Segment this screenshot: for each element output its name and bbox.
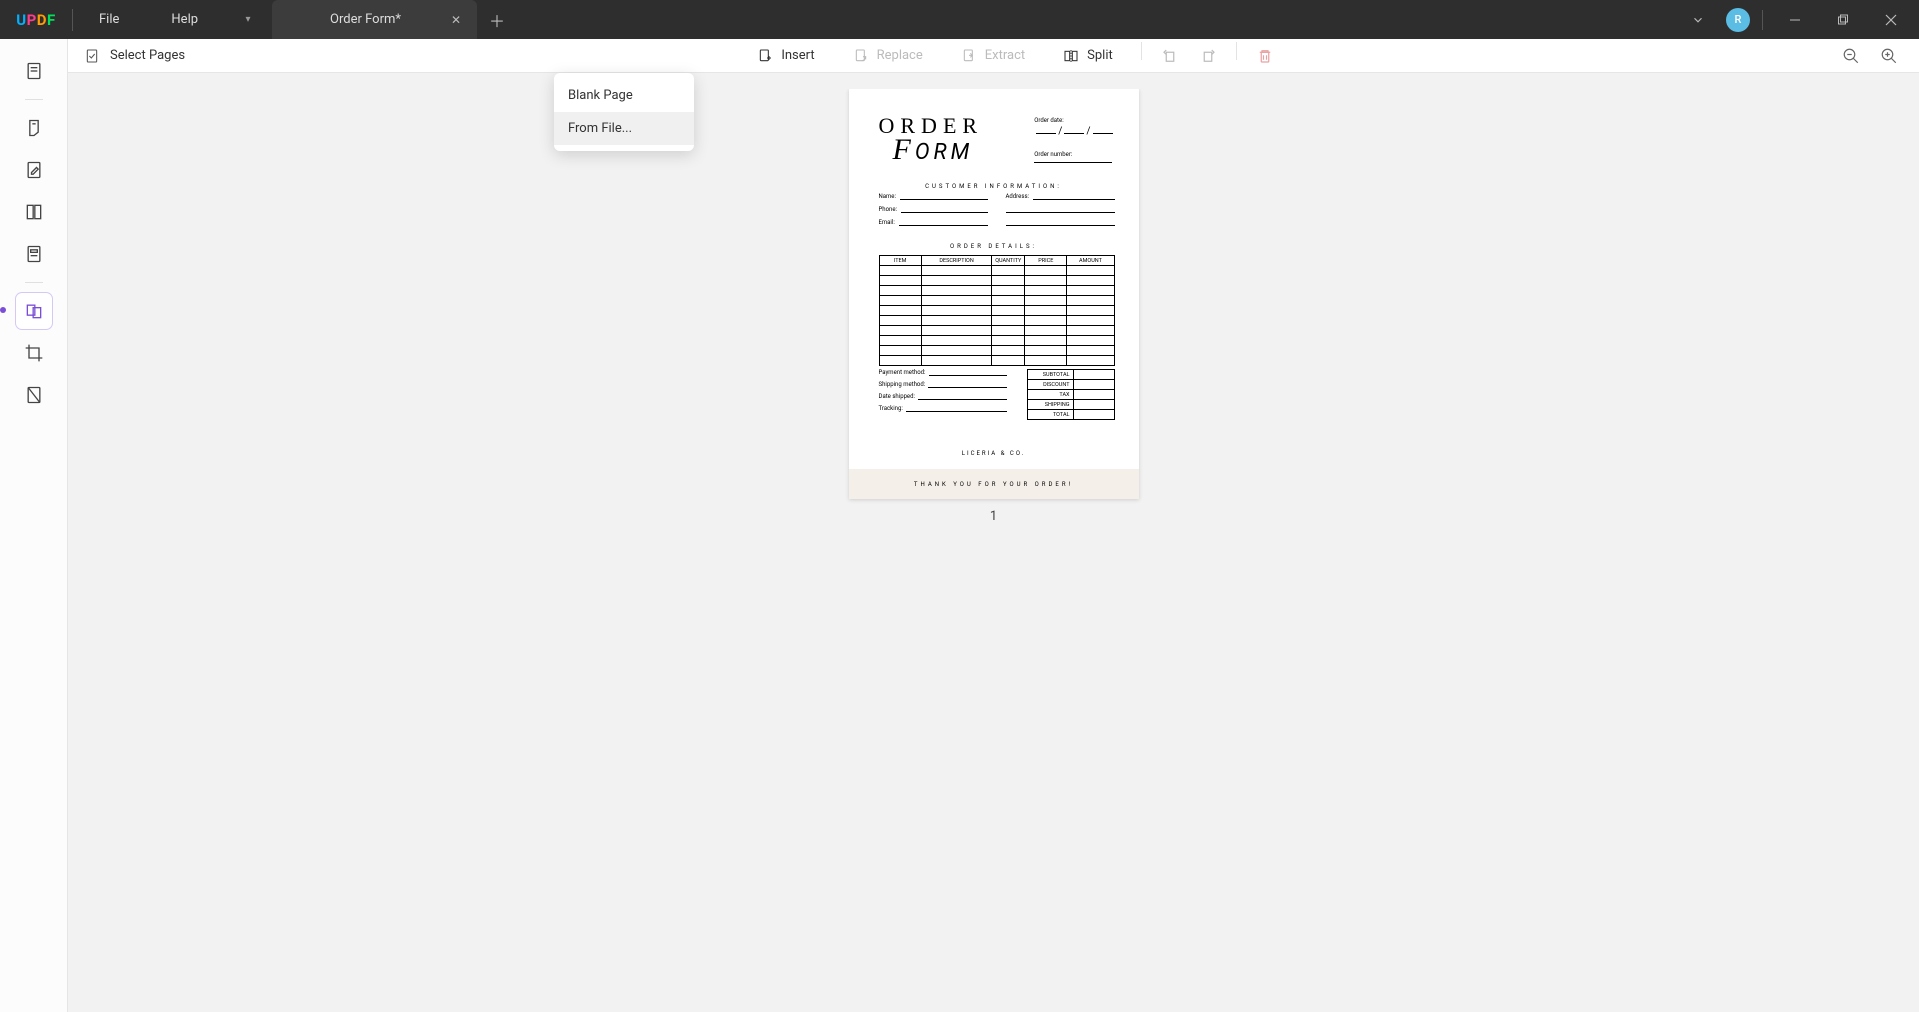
- titlebar: UPDF File Help ▾ Order Form* ✕ ＋ R: [0, 0, 1919, 39]
- new-tab-button[interactable]: ＋: [477, 8, 517, 32]
- totals-table: SUBTOTAL DISCOUNT TAX SHIPPING TOTAL: [1027, 369, 1115, 420]
- page-number: 1: [990, 509, 997, 524]
- thank-you-bar: THANK YOU FOR YOUR ORDER!: [849, 469, 1139, 499]
- name-label: Name:: [879, 193, 896, 200]
- window-minimize-icon[interactable]: [1775, 0, 1815, 39]
- order-details-heading: ORDER DETAILS:: [849, 243, 1139, 250]
- split-label: Split: [1087, 48, 1113, 63]
- page-toolbar: Select Pages Insert Replace: [68, 39, 1919, 73]
- document-tab[interactable]: Order Form* ✕: [272, 0, 477, 39]
- order-details-table: ITEM DESCRIPTION QUANTITY PRICE AMOUNT: [879, 255, 1115, 366]
- insert-label: Insert: [781, 48, 814, 63]
- insert-dropdown: Blank Page From File...: [554, 73, 694, 151]
- payment-method-label: Payment method:: [879, 369, 926, 376]
- separator: [1141, 42, 1142, 60]
- sidebar-form-icon[interactable]: [16, 236, 52, 272]
- sidebar: [0, 39, 68, 1012]
- brand-name: LICERIA & CO.: [849, 450, 1139, 457]
- date-shipped-label: Date shipped:: [879, 393, 915, 400]
- order-form-content: ORDER FORM Order date: // Order number:: [849, 89, 1139, 499]
- zoom-in-icon[interactable]: [1875, 42, 1903, 70]
- separator: [25, 99, 43, 100]
- replace-icon: [853, 48, 869, 64]
- address-label: Address:: [1006, 193, 1030, 200]
- zoom-out-icon[interactable]: [1837, 42, 1865, 70]
- email-label: Email:: [879, 219, 895, 226]
- shipping-method-label: Shipping method:: [879, 381, 926, 388]
- delete-page-icon[interactable]: [1251, 42, 1279, 70]
- sidebar-crop-icon[interactable]: [16, 335, 52, 371]
- insert-blank-page-item[interactable]: Blank Page: [554, 79, 694, 112]
- sidebar-redact-icon[interactable]: [16, 377, 52, 413]
- customer-info-heading: CUSTOMER INFORMATION:: [849, 183, 1139, 190]
- phone-label: Phone:: [879, 206, 897, 213]
- insert-button[interactable]: Insert: [743, 42, 828, 70]
- page-canvas[interactable]: ORDER FORM Order date: // Order number:: [68, 89, 1919, 1012]
- main-area: Select Pages Insert Replace: [68, 39, 1919, 1012]
- form-title-line2: FORM: [893, 133, 998, 167]
- separator: [25, 282, 43, 283]
- sidebar-ocr-icon[interactable]: [16, 194, 52, 230]
- rotate-left-icon[interactable]: [1156, 42, 1184, 70]
- split-button[interactable]: Split: [1049, 42, 1127, 70]
- extract-label: Extract: [985, 48, 1025, 63]
- separator: [1762, 10, 1763, 30]
- menu-help[interactable]: Help: [145, 12, 224, 27]
- menu-file[interactable]: File: [73, 12, 145, 27]
- extract-button[interactable]: Extract: [947, 42, 1039, 70]
- user-avatar[interactable]: R: [1726, 8, 1750, 32]
- rotate-right-icon[interactable]: [1194, 42, 1222, 70]
- select-pages-button[interactable]: Select Pages: [110, 48, 185, 63]
- split-icon: [1063, 48, 1079, 64]
- select-pages-icon[interactable]: [84, 48, 100, 64]
- separator: [1236, 42, 1237, 60]
- sidebar-edit-icon[interactable]: [16, 152, 52, 188]
- order-number-label: Order number:: [1034, 151, 1114, 158]
- tab-pin-dropdown[interactable]: ▾: [224, 14, 272, 25]
- order-date-label: Order date:: [1034, 117, 1114, 124]
- sidebar-organize-pages-icon[interactable]: [16, 293, 52, 329]
- window-close-icon[interactable]: [1871, 0, 1911, 39]
- window-maximize-icon[interactable]: [1823, 0, 1863, 39]
- sidebar-reader-icon[interactable]: [16, 53, 52, 89]
- sidebar-comment-icon[interactable]: [16, 110, 52, 146]
- page-thumbnail[interactable]: ORDER FORM Order date: // Order number:: [849, 89, 1139, 499]
- extract-icon: [961, 48, 977, 64]
- tab-close-icon[interactable]: ✕: [447, 9, 465, 31]
- insert-from-file-item[interactable]: From File...: [554, 112, 694, 145]
- insert-icon: [757, 48, 773, 64]
- tracking-label: Tracking:: [879, 405, 903, 412]
- replace-label: Replace: [877, 48, 923, 63]
- tab-title: Order Form*: [284, 12, 447, 27]
- replace-button[interactable]: Replace: [839, 42, 937, 70]
- title-dropdown-icon[interactable]: [1678, 0, 1718, 39]
- app-logo: UPDF: [0, 11, 72, 29]
